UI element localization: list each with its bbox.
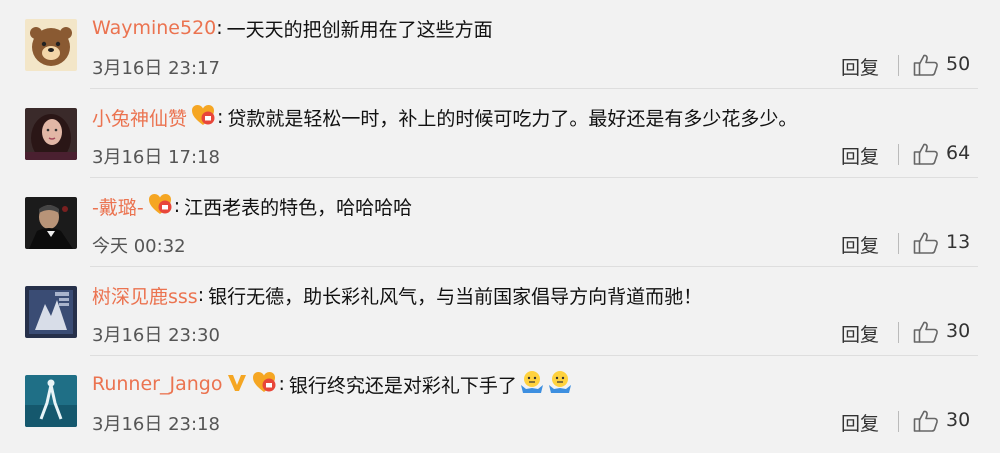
comment-item: -戴璐- : 江西老表的特色，哈哈哈哈 今天 00:32 回复 13 <box>0 178 1000 267</box>
like-count: 64 <box>946 142 971 164</box>
colon: : <box>278 373 285 395</box>
comment-text: 银行终究还是对彩礼下手了 <box>288 374 517 397</box>
colon: : <box>217 106 224 128</box>
divider <box>898 322 899 343</box>
comment-text: 江西老表的特色，哈哈哈哈 <box>184 196 413 219</box>
reply-button[interactable]: 回复 <box>841 53 879 80</box>
username[interactable]: 树深见鹿sss <box>92 282 198 309</box>
fan-badge-icon <box>148 192 174 221</box>
divider <box>898 411 899 432</box>
timestamp: 3月16日 23:18 <box>92 414 220 435</box>
verified-v-icon <box>226 371 248 398</box>
reply-button[interactable]: 回复 <box>841 320 879 347</box>
divider <box>898 55 899 76</box>
username[interactable]: Waymine520 <box>92 17 216 39</box>
username[interactable]: 小兔神仙赞 <box>92 104 187 131</box>
timestamp: 今天 00:32 <box>92 236 186 257</box>
colon: : <box>197 284 205 306</box>
comment-line: 树深见鹿sss : 银行无德，助长彩礼风气，与当前国家倡导方向背道而驰！ <box>92 280 702 310</box>
shrug-emoji-icon <box>519 369 545 400</box>
avatar[interactable] <box>25 197 77 249</box>
comment-text: 银行无德，助长彩礼风气，与当前国家倡导方向背道而驰！ <box>208 285 703 308</box>
comment-line: 小兔神仙赞 : 贷款就是轻松一时，补上的时候可吃力了。最好还是有多少花多少。 <box>92 102 797 132</box>
comment-item: 树深见鹿sss : 银行无德，助长彩礼风气，与当前国家倡导方向背道而驰！ 3月1… <box>0 267 1000 356</box>
colon: : <box>216 17 223 39</box>
like-count: 50 <box>946 53 971 75</box>
username[interactable]: -戴璐- <box>92 193 144 220</box>
comment-line: Waymine520 : 一天天的把创新用在了这些方面 <box>92 13 493 43</box>
like-count: 13 <box>946 231 971 253</box>
avatar[interactable] <box>25 375 77 427</box>
fan-badge-icon <box>252 370 278 399</box>
thumbs-up-icon[interactable] <box>913 320 939 348</box>
comment-text: 一天天的把创新用在了这些方面 <box>226 18 493 41</box>
reply-button[interactable]: 回复 <box>841 142 879 169</box>
comment-line: Runner_Jango : 银行终究还是对彩礼下手了 <box>92 369 573 399</box>
avatar[interactable] <box>25 286 77 338</box>
reply-button[interactable]: 回复 <box>841 409 879 436</box>
timestamp: 3月16日 23:30 <box>92 325 220 346</box>
comment-list: Waymine520 : 一天天的把创新用在了这些方面 3月16日 23:17 … <box>0 0 1000 453</box>
username[interactable]: Runner_Jango <box>92 373 222 395</box>
thumbs-up-icon[interactable] <box>913 231 939 259</box>
comment-item: Waymine520 : 一天天的把创新用在了这些方面 3月16日 23:17 … <box>0 0 1000 89</box>
thumbs-up-icon[interactable] <box>913 142 939 170</box>
divider <box>898 233 899 254</box>
divider <box>898 144 899 165</box>
comment-line: -戴璐- : 江西老表的特色，哈哈哈哈 <box>92 191 412 221</box>
avatar[interactable] <box>25 108 77 160</box>
colon: : <box>173 195 181 217</box>
reply-button[interactable]: 回复 <box>841 231 879 258</box>
like-count: 30 <box>946 320 971 342</box>
avatar[interactable] <box>25 19 77 71</box>
timestamp: 3月16日 23:17 <box>92 58 220 79</box>
thumbs-up-icon[interactable] <box>913 409 939 437</box>
fan-badge-icon <box>191 103 217 132</box>
comment-item: Runner_Jango : 银行终究还是对彩礼下手了 3月16日 23:18 … <box>0 356 1000 445</box>
timestamp: 3月16日 17:18 <box>92 147 220 168</box>
comment-text: 贷款就是轻松一时，补上的时候可吃力了。最好还是有多少花多少。 <box>227 107 798 130</box>
shrug-emoji-icon <box>547 369 573 400</box>
thumbs-up-icon[interactable] <box>913 53 939 81</box>
like-count: 30 <box>946 409 971 431</box>
comment-item: 小兔神仙赞 : 贷款就是轻松一时，补上的时候可吃力了。最好还是有多少花多少。 3… <box>0 89 1000 178</box>
